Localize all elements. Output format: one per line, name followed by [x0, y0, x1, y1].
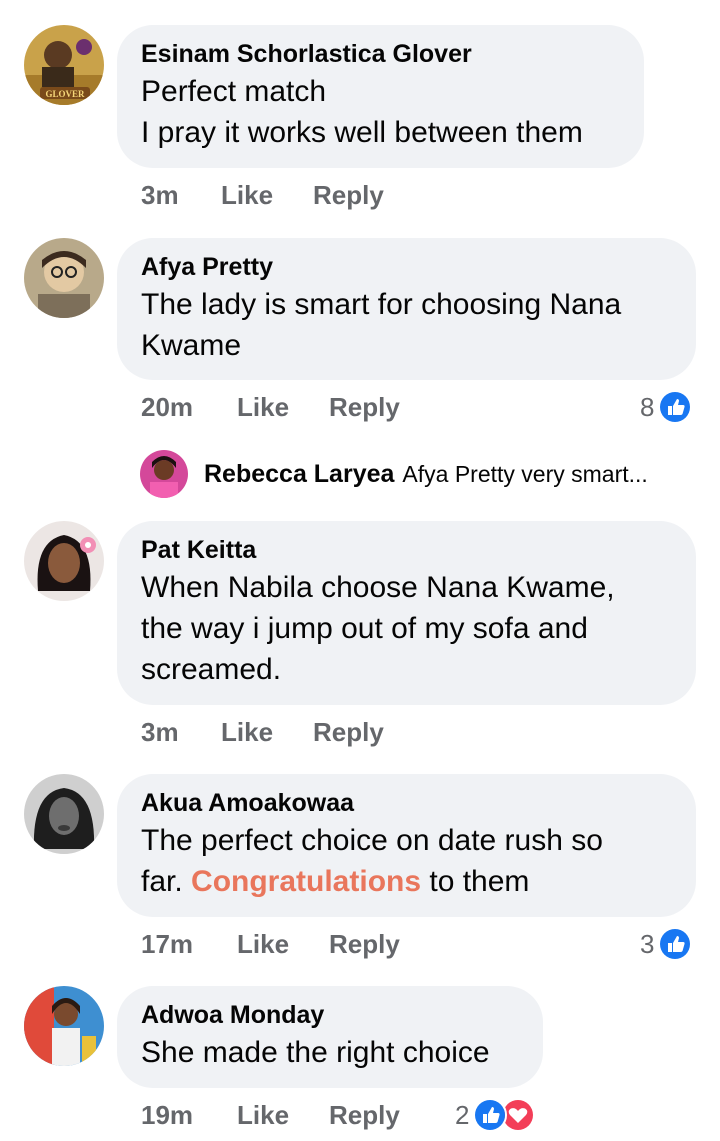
like-button[interactable]: Like: [221, 717, 313, 748]
avatar[interactable]: [24, 774, 104, 854]
like-reaction-icon: [658, 390, 693, 424]
comment-line: I pray it works well between them: [141, 116, 583, 149]
like-reaction-icon: [658, 927, 693, 961]
avatar-image: [24, 774, 104, 854]
comment-line: Kwame: [141, 329, 242, 362]
highlight-link[interactable]: Congratulations: [191, 865, 421, 898]
avatar-image: [24, 521, 104, 601]
reply-button[interactable]: Reply: [329, 392, 429, 423]
comment-text: When Nabila choose Nana Kwame, the way i…: [141, 567, 672, 690]
comment-author[interactable]: Adwoa Monday: [141, 1000, 519, 1030]
comment-bubble: Esinam Schorlastica Glover Perfect match…: [117, 25, 644, 168]
comment-actions: 20m Like Reply: [141, 390, 429, 424]
reply-button[interactable]: Reply: [313, 180, 413, 211]
like-button[interactable]: Like: [237, 1100, 329, 1131]
comment-bubble: Adwoa Monday She made the right choice: [117, 986, 543, 1088]
text-segment: far.: [141, 865, 192, 898]
comment-time[interactable]: 3m: [141, 180, 221, 211]
like-reaction-icon: [473, 1098, 508, 1132]
reaction-summary[interactable]: 2: [455, 1098, 536, 1132]
comment-time[interactable]: 20m: [141, 392, 237, 423]
comment-actions: 19m Like Reply: [141, 1098, 453, 1132]
text-segment: to them: [421, 865, 530, 898]
reply-author[interactable]: Rebecca Laryea: [204, 460, 394, 489]
svg-text:GLOVER: GLOVER: [45, 89, 85, 99]
comment-actions: 17m Like Reply: [141, 927, 429, 961]
reply-button[interactable]: Reply: [313, 717, 413, 748]
comment-text: The lady is smart for choosing Nana Kwam…: [141, 284, 672, 366]
comment-text: The perfect choice on date rush so far. …: [141, 820, 672, 902]
avatar[interactable]: [24, 521, 104, 601]
avatar[interactable]: [24, 238, 104, 318]
avatar-image: GLOVER: [24, 25, 104, 105]
avatar[interactable]: GLOVER: [24, 25, 104, 105]
comment-text: Perfect match I pray it works well betwe…: [141, 71, 620, 153]
comment-author[interactable]: Pat Keitta: [141, 535, 672, 565]
comment-line: Perfect match: [141, 75, 327, 108]
comment-line: She made the right choice: [141, 1036, 490, 1069]
avatar[interactable]: [140, 450, 188, 498]
reaction-count: 3: [640, 928, 655, 959]
comment-line: When Nabila choose Nana Kwame,: [141, 571, 615, 604]
comment-author[interactable]: Akua Amoakowaa: [141, 788, 672, 818]
comment-text: She made the right choice: [141, 1032, 519, 1073]
comment-bubble: Afya Pretty The lady is smart for choosi…: [117, 238, 696, 380]
reaction-summary[interactable]: 8: [640, 390, 693, 424]
reply-button[interactable]: Reply: [329, 1100, 453, 1131]
reply-button[interactable]: Reply: [329, 929, 429, 960]
reaction-count: 2: [455, 1099, 470, 1130]
reaction-summary[interactable]: 3: [640, 927, 693, 961]
comment-author[interactable]: Esinam Schorlastica Glover: [141, 39, 620, 69]
like-button[interactable]: Like: [237, 929, 329, 960]
avatar-image: [24, 238, 104, 318]
like-button[interactable]: Like: [237, 392, 329, 423]
comment-bubble: Akua Amoakowaa The perfect choice on dat…: [117, 774, 696, 917]
comment-time[interactable]: 17m: [141, 929, 237, 960]
avatar-image: [24, 986, 104, 1066]
reply-text: Afya Pretty very smart...: [402, 460, 648, 487]
reply-preview[interactable]: Rebecca Laryea Afya Pretty very smart...: [140, 450, 648, 498]
comment-time[interactable]: 3m: [141, 717, 221, 748]
comment-line: The lady is smart for choosing Nana: [141, 288, 622, 321]
reaction-count: 8: [640, 391, 655, 422]
comment-line: far. Congratulations to them: [141, 861, 672, 902]
avatar[interactable]: [24, 986, 104, 1066]
avatar-image: [140, 450, 188, 498]
comment-bubble: Pat Keitta When Nabila choose Nana Kwame…: [117, 521, 696, 705]
comment-time[interactable]: 19m: [141, 1100, 237, 1131]
comment-actions: 3m Like Reply: [141, 178, 413, 212]
comment-author[interactable]: Afya Pretty: [141, 252, 672, 282]
comment-actions: 3m Like Reply: [141, 715, 413, 749]
comment-line: The perfect choice on date rush so: [141, 824, 603, 857]
like-button[interactable]: Like: [221, 180, 313, 211]
comment-line: the way i jump out of my sofa and: [141, 612, 588, 645]
comment-line: screamed.: [141, 653, 282, 686]
